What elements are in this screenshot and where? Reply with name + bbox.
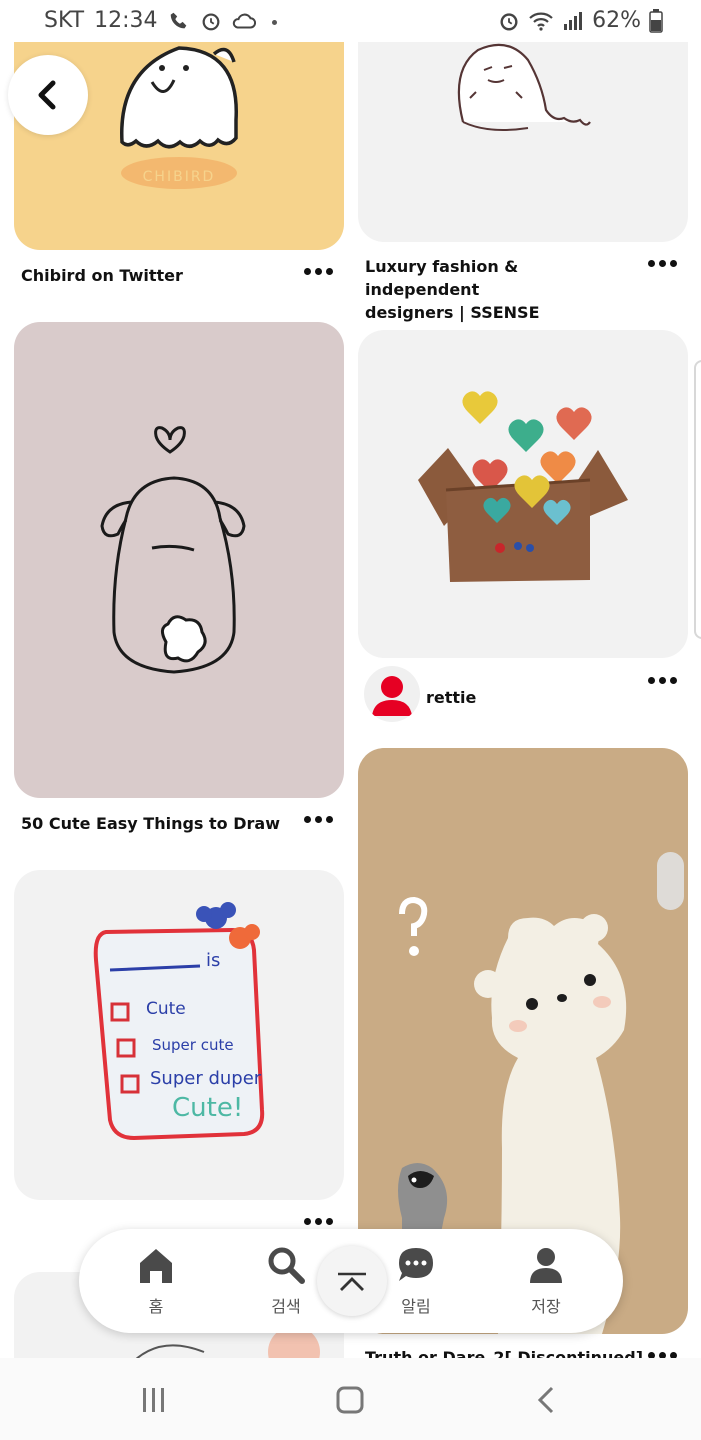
search-icon [268,1247,305,1284]
more-options-button[interactable] [648,258,677,268]
time-label: 12:34 [94,8,158,33]
pin-card-heart-box[interactable] [358,330,688,658]
list-line: Cute! [172,1093,243,1123]
pin-title[interactable]: Chibird on Twitter [21,264,183,287]
list-line: Cute [146,999,186,1019]
signal-icon [562,10,584,32]
nav-label: 홈 [148,1297,164,1316]
nav-item-notifications[interactable]: 알림 [371,1245,461,1317]
alarm-icon [498,10,520,32]
phone-icon [168,10,190,32]
pin-author-name[interactable]: rettie [426,688,476,707]
pin-card-bunny[interactable] [14,322,344,798]
svg-text:is: is [206,950,220,971]
system-navigation-bar [0,1358,701,1440]
carrier-label: SKT [44,8,85,33]
status-left: SKT 12:34 [44,8,277,33]
bottom-navigation: 홈 검색 알림 저장 [79,1229,623,1333]
more-options-button[interactable] [304,814,333,824]
battery-icon [649,8,663,33]
pin-image-bunny [100,426,246,674]
more-options-button[interactable] [304,1216,333,1226]
pin-image-heart-box [418,391,628,582]
nav-item-saved[interactable]: 저장 [501,1245,591,1317]
nav-item-home[interactable]: 홈 [111,1245,201,1317]
nav-label: 저장 [531,1297,561,1316]
list-line: Super duper [150,1068,262,1089]
pin-title-line: Luxury fashion & independent [365,257,519,299]
pin-title[interactable]: Luxury fashion & independent designers |… [365,255,635,324]
wifi-icon [528,10,554,32]
notification-dot [271,20,277,25]
more-options-button[interactable] [648,675,677,685]
scroll-knob[interactable] [657,852,684,910]
home-button[interactable] [335,1385,365,1415]
pin-title-line: designers | SSENSE [365,303,540,322]
pin-title[interactable]: 50 Cute Easy Things to Draw [21,812,280,835]
back-button[interactable] [8,55,88,135]
battery-percent: 62% [592,8,641,33]
chevron-left-icon [38,80,56,110]
avatar[interactable] [364,666,420,722]
nav-label: 검색 [271,1297,301,1316]
status-right: 62% [498,8,663,33]
home-icon [140,1249,172,1283]
nav-label: 알림 [401,1297,431,1316]
pin-card-cute-list[interactable]: is Cute Super cute Super duper Cute! [14,870,344,1200]
alarm-icon [200,10,222,32]
back-nav-button[interactable] [534,1385,558,1415]
pin-image-ghost-sketch [457,43,591,131]
pin-card-ssense[interactable] [358,10,688,242]
chevron-up-icon [338,1272,366,1291]
side-scroll-track [694,360,701,639]
chat-bubble-icon [399,1248,433,1281]
person-icon [372,676,412,716]
chibird-watermark: CHIBIRD [143,169,216,185]
status-bar: SKT 12:34 62% [0,0,701,42]
person-icon [530,1248,562,1283]
more-options-button[interactable] [304,266,333,276]
list-line: Super cute [152,1036,234,1054]
pin-image-cute-list: is Cute Super cute Super duper Cute! [93,902,265,1141]
cloud-sync-icon [232,10,256,32]
recent-apps-button[interactable] [140,1386,168,1414]
